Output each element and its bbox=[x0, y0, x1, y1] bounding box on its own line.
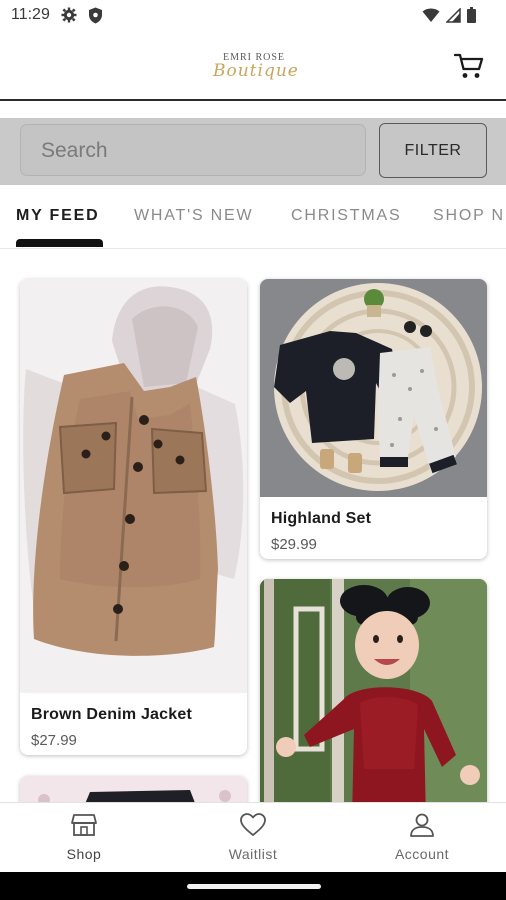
home-gesture-handle[interactable] bbox=[187, 884, 321, 889]
tab-shop-now[interactable]: SHOP N bbox=[433, 207, 505, 225]
app-header: EMRI ROSE Boutique bbox=[0, 34, 506, 100]
account-icon bbox=[410, 813, 434, 837]
nav-account[interactable]: Account bbox=[377, 813, 467, 862]
product-card-highland-set[interactable]: Highland Set $29.99 bbox=[260, 279, 487, 559]
logo-bottom-text: Boutique bbox=[213, 61, 299, 81]
product-card-brown-denim-jacket[interactable]: Brown Denim Jacket $27.99 bbox=[20, 279, 247, 755]
product-name: Highland Set bbox=[271, 510, 372, 527]
status-bar: 11:29 bbox=[0, 0, 506, 32]
nav-waitlist-label: Waitlist bbox=[228, 846, 278, 862]
product-price: $27.99 bbox=[31, 732, 77, 749]
nav-shop-label: Shop bbox=[66, 846, 102, 862]
tab-whats-new[interactable]: WHAT'S NEW bbox=[134, 207, 253, 225]
tab-my-feed[interactable]: MY FEED bbox=[16, 207, 99, 225]
product-price: $29.99 bbox=[271, 536, 317, 553]
shop-icon bbox=[71, 814, 97, 836]
battery-icon bbox=[467, 7, 476, 23]
search-bar: Search FILTER bbox=[0, 118, 506, 185]
product-image-highland-set bbox=[260, 279, 487, 497]
heart-icon bbox=[240, 813, 266, 836]
bottom-navigation: Shop Waitlist Account bbox=[0, 802, 506, 873]
system-gesture-bar bbox=[0, 872, 506, 900]
product-image-red-velvet bbox=[260, 579, 487, 819]
nav-waitlist[interactable]: Waitlist bbox=[208, 813, 298, 862]
tab-christmas[interactable]: CHRISTMAS bbox=[291, 207, 401, 225]
product-image-jacket bbox=[20, 279, 247, 693]
gear-icon bbox=[61, 7, 77, 23]
nav-account-label: Account bbox=[394, 846, 450, 862]
product-name: Brown Denim Jacket bbox=[31, 706, 192, 723]
search-input[interactable]: Search bbox=[20, 124, 366, 176]
shield-icon bbox=[89, 7, 102, 24]
signal-icon bbox=[446, 7, 461, 23]
product-card-red-velvet[interactable] bbox=[260, 579, 487, 819]
cart-icon[interactable] bbox=[454, 52, 484, 80]
status-time: 11:29 bbox=[11, 6, 50, 23]
wifi-icon bbox=[422, 8, 440, 22]
filter-button[interactable]: FILTER bbox=[379, 123, 487, 178]
header-divider bbox=[0, 99, 506, 101]
category-tabs: MY FEED WHAT'S NEW CHRISTMAS SHOP N bbox=[0, 186, 506, 249]
nav-shop[interactable]: Shop bbox=[39, 813, 129, 862]
brand-logo[interactable]: EMRI ROSE Boutique bbox=[213, 52, 299, 82]
active-tab-indicator bbox=[16, 239, 103, 247]
